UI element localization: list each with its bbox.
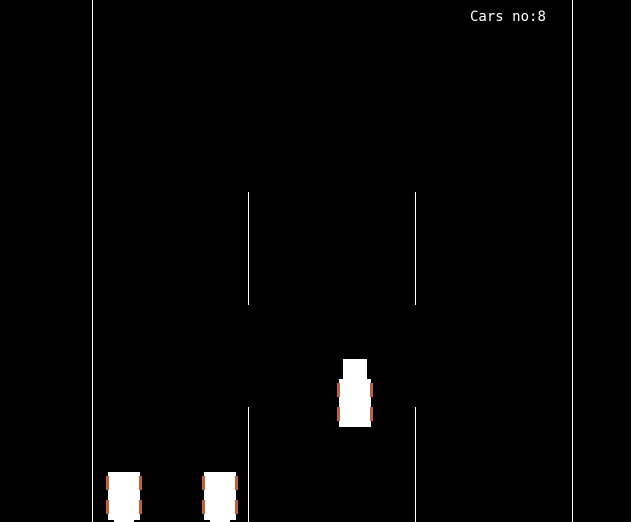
car-wheel (106, 500, 109, 514)
cars-counter: Cars no:8 (470, 8, 546, 26)
car-wheel (106, 476, 109, 490)
car-tail (114, 516, 134, 522)
road-right-edge (572, 0, 573, 522)
game-canvas[interactable]: Cars no:8 (0, 0, 631, 522)
car-wheel (202, 500, 205, 514)
lane-divider-dash (248, 407, 249, 522)
car-body (204, 472, 236, 520)
car-wheel (337, 383, 340, 397)
car-wheel (139, 476, 142, 490)
car-wheel (139, 500, 142, 514)
car-wheel (370, 407, 373, 421)
car-wheel (235, 500, 238, 514)
traffic-car (200, 472, 240, 522)
cars-counter-label: Cars no: (470, 9, 538, 25)
lane-divider-dash (248, 192, 249, 305)
car-wheel (337, 407, 340, 421)
car-body (339, 379, 371, 427)
road-left-edge (92, 0, 93, 522)
car-wheel (235, 476, 238, 490)
player-car[interactable] (335, 359, 375, 431)
car-tail (210, 516, 230, 522)
traffic-car (104, 472, 144, 522)
car-wheel (370, 383, 373, 397)
lane-divider-dash (415, 407, 416, 522)
cars-counter-value: 8 (537, 9, 546, 25)
car-wheel (202, 476, 205, 490)
car-body (108, 472, 140, 520)
lane-divider-dash (415, 192, 416, 305)
